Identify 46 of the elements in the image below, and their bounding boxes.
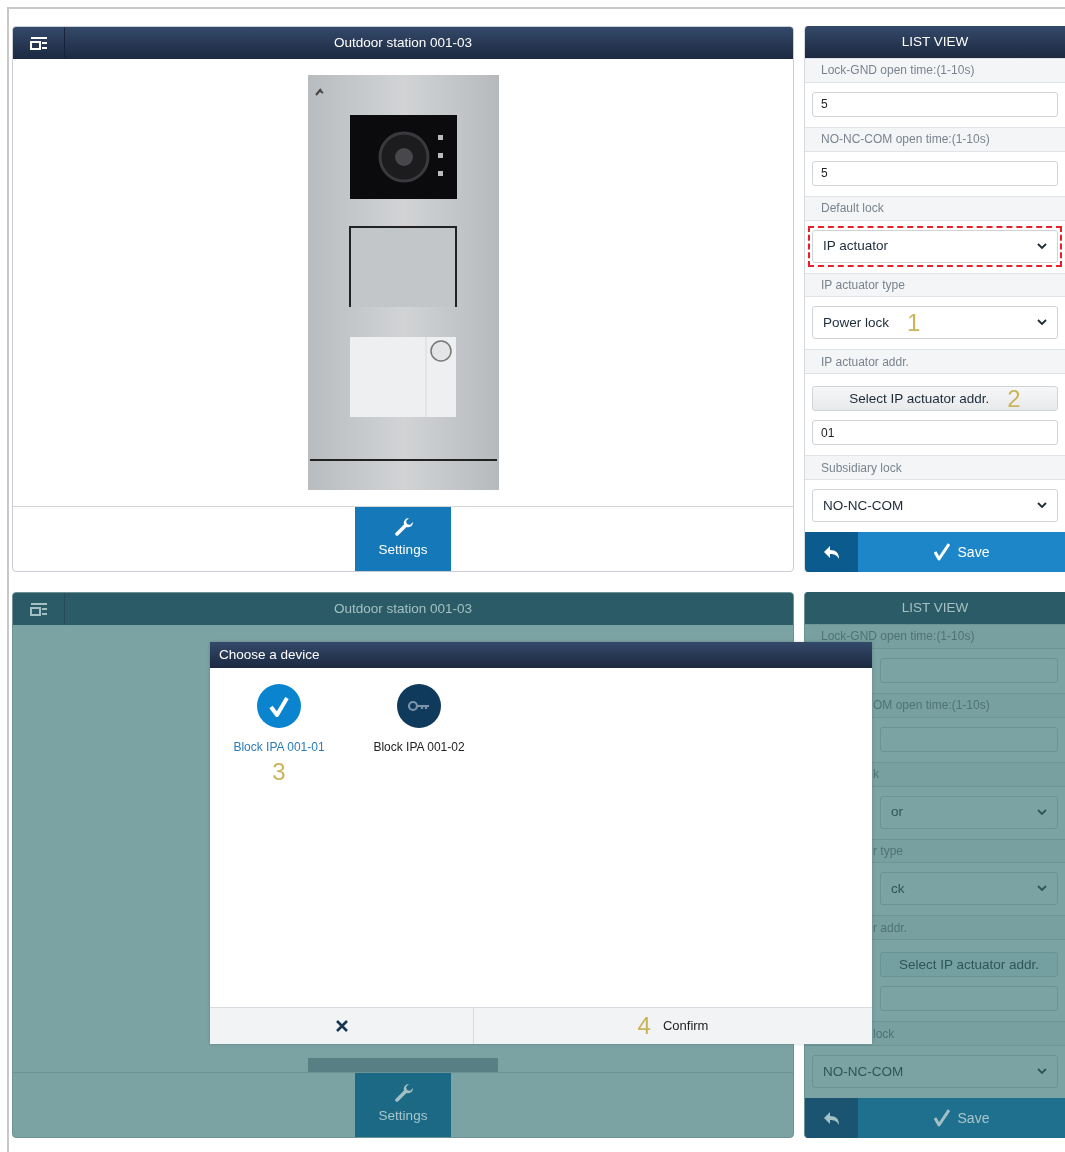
checkmark-icon: [933, 1109, 950, 1128]
annotation-number: 4: [637, 1014, 651, 1038]
field-label: IP actuator addr.: [821, 353, 909, 371]
dropdown[interactable]: NO-NC-COM: [812, 489, 1058, 523]
input-field[interactable]: 5: [812, 160, 1058, 186]
chevron-down-icon: [1037, 242, 1047, 250]
chevron-down-icon: [1037, 885, 1047, 893]
back-button[interactable]: [805, 1098, 858, 1138]
input-field[interactable]: 5: [812, 91, 1058, 117]
device-item[interactable]: Block IPA 001-02: [364, 684, 474, 756]
field-label: Lock-GND open time:(1-10s): [821, 62, 975, 80]
list-header: LIST VIEW: [805, 26, 1065, 58]
chevron-down-icon: [1037, 502, 1047, 510]
checkmark-circle-icon: [257, 684, 301, 728]
back-button[interactable]: [805, 532, 858, 572]
select-address-button[interactable]: Select IP actuator addr. 2: [812, 386, 1058, 412]
field-label: Subsidiary lock: [821, 459, 902, 477]
wrench-icon: [393, 1083, 413, 1103]
device-item[interactable]: Block IPA 001-01 3: [224, 684, 334, 784]
chevron-down-icon: [1037, 808, 1047, 816]
dropdown[interactable]: IP actuator: [812, 229, 1058, 263]
key-circle-icon: [397, 684, 441, 728]
annotation-number: 3: [272, 760, 286, 784]
dropdown[interactable]: Power lock 1: [812, 306, 1058, 340]
field-label: NO-NC-COM open time:(1-10s): [821, 131, 990, 149]
field-label: IP actuator type: [821, 276, 905, 294]
annotation-number: 2: [1007, 386, 1021, 411]
back-arrow-icon: [823, 1110, 840, 1126]
wrench-icon: [393, 517, 413, 537]
station-title: Outdoor station 001-03: [333, 33, 473, 52]
station-title: Outdoor station 001-03: [333, 599, 473, 618]
input-field[interactable]: 01: [812, 420, 1058, 446]
annotation-number: 1: [907, 310, 921, 335]
chevron-down-icon: [1037, 319, 1047, 327]
save-button[interactable]: Save: [858, 532, 1065, 572]
checkmark-icon: [933, 543, 950, 562]
close-icon: [335, 1020, 348, 1032]
menu-icon: [30, 602, 48, 616]
confirm-button[interactable]: 4 Confirm: [474, 1008, 872, 1044]
settings-button[interactable]: Settings: [355, 507, 451, 571]
field-label: Default lock: [821, 200, 884, 218]
list-header: LIST VIEW: [805, 592, 1065, 624]
chevron-down-icon: [1037, 1068, 1047, 1076]
dialog-title: Choose a device: [210, 642, 872, 668]
back-arrow-icon: [823, 544, 840, 560]
menu-icon: [30, 36, 48, 50]
